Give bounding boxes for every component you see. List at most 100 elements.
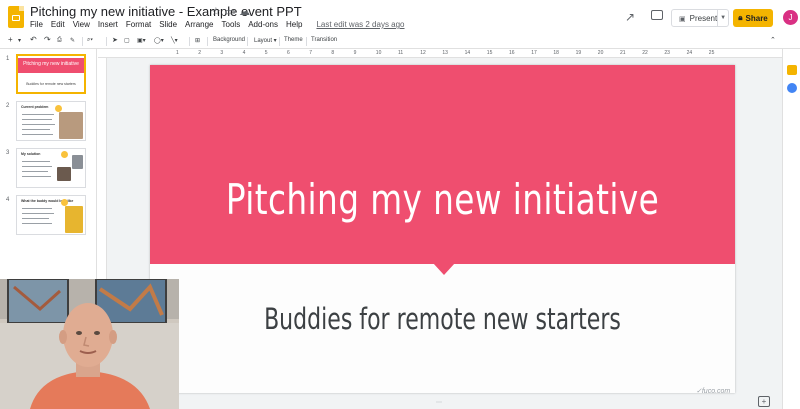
zoom-icon[interactable]: ⌕▾ [87, 37, 93, 44]
ruler-tick-label: 10 [375, 50, 382, 56]
background-button[interactable]: Background [213, 37, 245, 43]
ruler-tick-label: 20 [597, 50, 604, 56]
ruler-tick-label: 14 [464, 50, 471, 56]
transition-button[interactable]: Transition [311, 37, 337, 43]
slide-canvas[interactable]: Pitching my new initiative Buddies for r… [150, 65, 735, 393]
ruler-tick-label: 22 [642, 50, 648, 56]
lock-icon: 🔒︎ [738, 13, 743, 22]
shape-icon[interactable]: ◯▾ [154, 37, 164, 44]
menu-addons[interactable]: Add-ons [248, 20, 278, 29]
layout-button[interactable]: Layout ▾ [254, 37, 277, 44]
image-icon[interactable]: ▣▾ [137, 37, 146, 44]
thumbnail-title: Pitching my new initiative [23, 61, 79, 67]
cloud-icon[interactable]: ☁ [239, 5, 250, 18]
ruler-tick-label: 3 [220, 50, 224, 56]
ruler-tick-label: 24 [686, 50, 693, 56]
activity-dashboard-icon[interactable]: ↗ [625, 10, 635, 24]
paint-format-icon[interactable]: ✎ [70, 37, 75, 44]
slides-logo-icon[interactable] [8, 6, 24, 28]
slide-thumbnail[interactable]: My solution [16, 148, 86, 188]
ruler-tick-label: 12 [420, 50, 426, 56]
toolbar: + ▾ ↶ ↷ ⎙ ✎ ⌕▾ ➤ ▢ ▣▾ ◯▾ ╲▾ ⊞ Background… [0, 35, 800, 49]
comment-add-icon[interactable]: ⊞ [195, 37, 200, 44]
ruler-tick-label: 16 [509, 50, 515, 56]
ruler-tick-label: 25 [708, 50, 715, 56]
thumbnail-photo [57, 167, 71, 181]
folder-icon[interactable]: ▭ [225, 5, 235, 18]
menu-arrange[interactable]: Arrange [185, 20, 213, 29]
present-icon: ▣ [679, 15, 686, 23]
webcam-frame [0, 279, 179, 409]
ruler-tick-label: 13 [442, 50, 448, 56]
slide-thumbnail[interactable]: Pitching my new initiative Buddies for r… [16, 54, 86, 94]
title-band [150, 65, 735, 264]
menu-insert[interactable]: Insert [98, 20, 118, 29]
thumbnail-photo [65, 206, 83, 233]
menu-file[interactable]: File [30, 20, 43, 29]
text-box-icon[interactable]: ▢ [124, 37, 130, 44]
slides-app: Pitching my new initiative - Example eve… [0, 0, 800, 409]
collapse-toolbar-icon[interactable]: ⌃ [770, 36, 776, 44]
menu-slide[interactable]: Slide [159, 20, 177, 29]
menu-help[interactable]: Help [286, 20, 302, 29]
thumbnail-photo [59, 112, 83, 139]
avatar[interactable]: J [783, 10, 798, 25]
ruler-tick-label: 15 [486, 50, 493, 56]
ruler-tick-label: 7 [309, 50, 312, 56]
share-button[interactable]: 🔒︎ Share [733, 9, 773, 27]
slide-title[interactable]: Pitching my new initiative [214, 175, 670, 224]
star-icon[interactable]: ☆ [211, 5, 221, 18]
redo-icon[interactable]: ↷ [44, 35, 51, 44]
ruler-tick-label: 8 [331, 50, 335, 56]
ruler-tick-label: 17 [531, 50, 537, 56]
menu-format[interactable]: Format [126, 20, 151, 29]
thumbnail-heading: My solution [21, 152, 41, 156]
present-button[interactable]: ▣ Present ▼ [671, 9, 729, 27]
layout-label: Layout [254, 38, 273, 44]
last-edit-link[interactable]: Last edit was 2 days ago [316, 20, 404, 29]
title-band-notch [433, 263, 455, 275]
horizontal-ruler: 1 2 3 4 5 6 7 8 9 10 11 12 13 14 15 16 17 18 19 20 21 22 23 24 2… [98, 49, 782, 58]
emoji-icon [61, 199, 68, 206]
tasks-icon[interactable] [787, 83, 797, 93]
emoji-icon [55, 105, 62, 112]
slide-number: 1 [6, 56, 10, 62]
keep-icon[interactable] [787, 65, 797, 75]
select-cursor-icon[interactable]: ➤ [112, 36, 118, 44]
notes-resize-handle[interactable]: ⋯ [433, 400, 445, 406]
menu-view[interactable]: View [73, 20, 90, 29]
slide-thumbnail[interactable]: What the buddy would look like [16, 195, 86, 235]
line-icon[interactable]: ╲▾ [171, 37, 178, 44]
theme-button[interactable]: Theme [284, 37, 303, 43]
ruler-tick-label: 2 [198, 50, 201, 56]
slide-thumbnail[interactable]: Current problem [16, 101, 86, 141]
new-slide-dropdown-icon[interactable]: ▾ [18, 37, 21, 44]
ruler-tick-label: 11 [398, 50, 404, 56]
menu-tools[interactable]: Tools [222, 20, 241, 29]
document-title[interactable]: Pitching my new initiative - Example eve… [30, 4, 302, 19]
explore-button[interactable]: + [758, 396, 770, 407]
undo-icon[interactable]: ↶ [30, 35, 37, 44]
ruler-tick-label: 19 [575, 50, 582, 56]
slide-number: 2 [6, 103, 10, 109]
present-dropdown-icon[interactable]: ▼ [717, 10, 728, 26]
title-bar: Pitching my new initiative - Example eve… [0, 0, 800, 35]
new-slide-icon[interactable]: + [8, 35, 13, 44]
share-label: Share [745, 13, 768, 23]
emoji-icon [61, 151, 68, 158]
thumbnail-photo [72, 155, 83, 169]
ruler-tick-label: 23 [664, 50, 670, 56]
filmstrip: 1 Pitching my new initiative Buddies for… [0, 49, 97, 279]
side-panel [782, 49, 800, 409]
menu-edit[interactable]: Edit [51, 20, 65, 29]
print-icon[interactable]: ⎙ [57, 37, 62, 44]
slide-number: 4 [6, 197, 10, 203]
ruler-tick-label: 6 [287, 50, 290, 56]
comment-history-icon[interactable] [651, 10, 663, 20]
present-label: Present [689, 13, 718, 23]
thumbnail-heading: Current problem [21, 105, 49, 109]
ruler-tick-label: 21 [620, 50, 626, 56]
ruler-tick-label: 9 [353, 50, 357, 56]
menu-bar: File Edit View Insert Format Slide Arran… [30, 20, 405, 29]
slide-subtitle[interactable]: Buddies for remote new starters [220, 302, 665, 336]
